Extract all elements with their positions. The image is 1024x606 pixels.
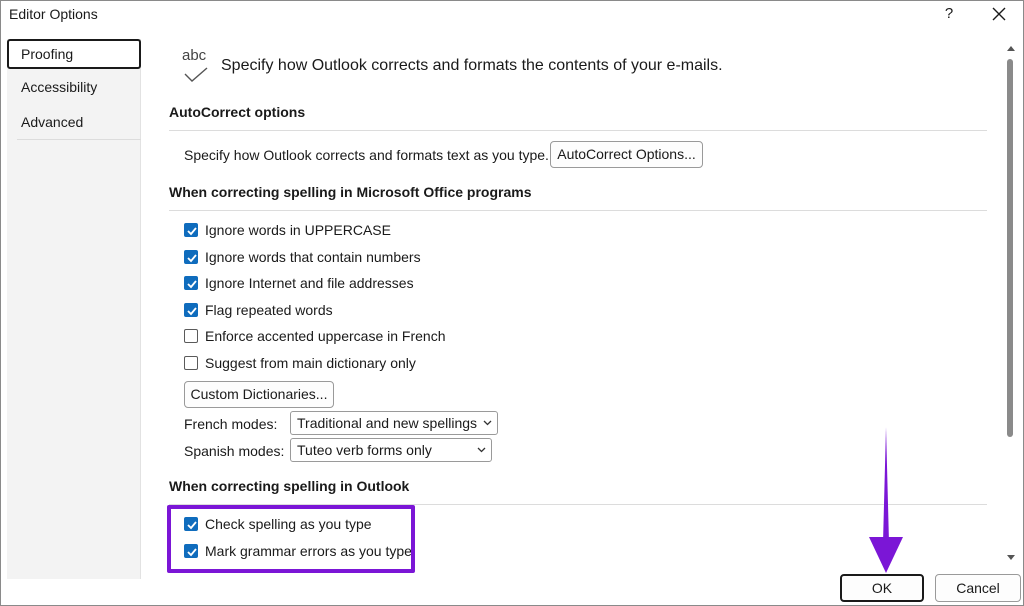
abc-check-icon: abc (179, 47, 213, 87)
editor-options-dialog: Editor Options ? Proofing Accessibility … (0, 0, 1024, 606)
checkbox-unchecked[interactable] (184, 329, 198, 343)
checkbox-label: Ignore words in UPPERCASE (205, 222, 391, 238)
checkbox-unchecked[interactable] (184, 356, 198, 370)
checkbox-ignore-internet-addresses[interactable]: Ignore Internet and file addresses (184, 273, 414, 293)
french-modes-label: French modes: (184, 416, 278, 432)
checkbox-checked[interactable] (184, 223, 198, 237)
cancel-button[interactable]: Cancel (935, 574, 1021, 602)
autocorrect-description: Specify how Outlook corrects and formats… (184, 147, 549, 163)
close-button[interactable] (985, 3, 1013, 25)
help-button[interactable]: ? (939, 3, 959, 25)
close-icon (992, 7, 1006, 21)
checkbox-check-icon (187, 280, 197, 289)
spanish-modes-select[interactable]: Tuteo verb forms only (290, 438, 492, 462)
abc-label: abc (182, 47, 207, 64)
checkbox-check-icon (187, 227, 197, 236)
checkbox-suggest-main-dictionary[interactable]: Suggest from main dictionary only (184, 353, 416, 373)
spanish-modes-value: Tuteo verb forms only (297, 442, 432, 458)
checkbox-label: Flag repeated words (205, 302, 333, 318)
nav-divider (17, 139, 141, 140)
ok-button[interactable]: OK (840, 574, 924, 602)
scroll-up-icon[interactable] (1005, 43, 1017, 53)
checkbox-label: Suggest from main dictionary only (205, 355, 416, 371)
autocorrect-options-button[interactable]: AutoCorrect Options... (550, 141, 703, 168)
checkbox-checked[interactable] (184, 276, 198, 290)
office-spelling-section-title: When correcting spelling in Microsoft Of… (169, 184, 532, 200)
checkbox-checked[interactable] (184, 250, 198, 264)
checkbox-checked[interactable] (184, 303, 198, 317)
section-divider (169, 210, 987, 211)
chevron-down-icon (477, 447, 486, 453)
chevron-down-icon (483, 420, 492, 426)
checkbox-check-icon (187, 307, 197, 316)
section-divider (169, 130, 987, 131)
checkbox-label: Ignore Internet and file addresses (205, 275, 414, 291)
checkbox-ignore-uppercase[interactable]: Ignore words in UPPERCASE (184, 220, 391, 240)
french-modes-value: Traditional and new spellings (297, 415, 478, 431)
spanish-modes-label: Spanish modes: (184, 443, 285, 459)
checkbox-check-icon (187, 254, 197, 263)
outlook-spelling-section-title: When correcting spelling in Outlook (169, 478, 410, 494)
annotation-arrow-icon (869, 427, 903, 573)
scroll-down-icon[interactable] (1005, 553, 1017, 563)
checkbox-enforce-accented-uppercase[interactable]: Enforce accented uppercase in French (184, 326, 445, 346)
nav-item-proofing[interactable]: Proofing (7, 39, 141, 69)
scrollbar-thumb[interactable] (1007, 59, 1013, 437)
nav-item-accessibility[interactable]: Accessibility (7, 72, 141, 102)
custom-dictionaries-button[interactable]: Custom Dictionaries... (184, 381, 334, 408)
category-nav: Proofing Accessibility Advanced (7, 39, 141, 579)
annotation-highlight-box (167, 505, 415, 573)
nav-item-advanced[interactable]: Advanced (7, 107, 141, 137)
page-description: Specify how Outlook corrects and formats… (221, 57, 723, 74)
checkbox-label: Enforce accented uppercase in French (205, 328, 446, 344)
title-bar: Editor Options ? (1, 1, 1023, 29)
checkbox-flag-repeated-words[interactable]: Flag repeated words (184, 300, 333, 320)
window-title: Editor Options (9, 6, 98, 22)
checkbox-label: Ignore words that contain numbers (205, 249, 421, 265)
autocorrect-section-title: AutoCorrect options (169, 104, 306, 120)
checkbox-ignore-numbers[interactable]: Ignore words that contain numbers (184, 247, 421, 267)
french-modes-select[interactable]: Traditional and new spellings (290, 411, 498, 435)
